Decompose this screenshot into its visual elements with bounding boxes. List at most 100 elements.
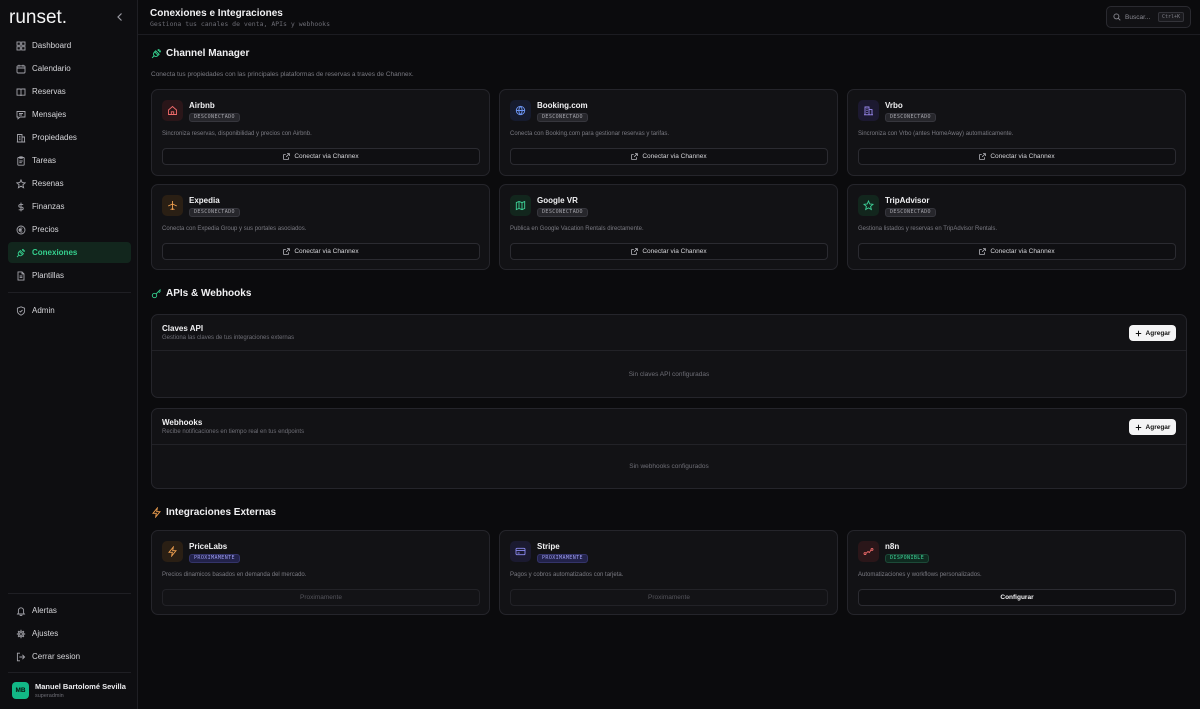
card-name: Google VR: [537, 196, 578, 205]
user-role: superadmin: [35, 693, 64, 699]
sidebar-item-admin[interactable]: Admin: [8, 300, 131, 321]
card-name: Expedia: [189, 196, 220, 205]
pricelabs-button[interactable]: Proximamente: [162, 589, 480, 606]
connect-button-booking[interactable]: Conectar via Channex: [510, 148, 828, 165]
panel-title: Claves API: [162, 324, 204, 333]
sidebar-item-mensajes[interactable]: Mensajes: [8, 104, 131, 125]
plus-icon: [1135, 424, 1142, 431]
section-title-text: APIs & Webhooks: [166, 288, 252, 299]
connect-button-google-vr[interactable]: Conectar via Channex: [510, 243, 828, 260]
sidebar-divider: [8, 672, 131, 673]
status-badge: PROXIMAMENTE: [189, 554, 240, 563]
sidebar-item-resenas[interactable]: Resenas: [8, 173, 131, 194]
sidebar-item-label: Resenas: [32, 179, 64, 188]
button-label: Conectar via Channex: [294, 248, 359, 255]
avatar: MB: [12, 682, 29, 699]
card-name: n8n: [885, 542, 900, 551]
status-badge: DESCONECTADO: [189, 113, 240, 122]
sidebar-item-label: Ajustes: [32, 629, 59, 638]
external-link-icon: [631, 153, 639, 160]
card-description: Conecta con Expedia Group y sus portales…: [162, 226, 307, 232]
button-label: Conectar via Channex: [642, 153, 707, 160]
grid-icon: [16, 41, 26, 51]
map-icon: [510, 195, 531, 216]
section-title-text: Integraciones Externas: [166, 507, 277, 518]
status-badge: DISPONIBLE: [885, 554, 930, 563]
sidebar-item-ajustes[interactable]: Ajustes: [8, 623, 131, 644]
integration-card-n8n: n8n DISPONIBLE Automatizaciones y workfl…: [847, 530, 1186, 615]
sidebar: runset. Dashboard Calendario Reservas Me…: [0, 0, 138, 709]
card-name: PriceLabs: [189, 542, 228, 551]
section-description: Conecta tus propiedades con las principa…: [151, 71, 414, 78]
search-input[interactable]: Buscar... Ctrl+K: [1106, 6, 1191, 28]
sidebar-item-plantillas[interactable]: Plantillas: [8, 265, 131, 286]
card-description: Conecta con Booking.com para gestionar r…: [510, 131, 670, 137]
sidebar-item-calendario[interactable]: Calendario: [8, 58, 131, 79]
button-label: Agregar: [1145, 329, 1171, 337]
collapse-sidebar-icon[interactable]: [114, 11, 126, 23]
sidebar-item-label: Tareas: [32, 156, 57, 165]
integration-card-pricelabs: PriceLabs PROXIMAMENTE Precios dinamicos…: [151, 530, 490, 615]
connect-button-vrbo[interactable]: Conectar via Channex: [858, 148, 1176, 165]
external-link-icon: [283, 248, 291, 255]
key-icon: [151, 288, 162, 299]
connect-button-tripadvisor[interactable]: Conectar via Channex: [858, 243, 1176, 260]
sidebar-item-tareas[interactable]: Tareas: [8, 150, 131, 171]
sidebar-item-propiedades[interactable]: Propiedades: [8, 127, 131, 148]
sidebar-item-conexiones[interactable]: Conexiones: [8, 242, 131, 263]
sidebar-item-label: Conexiones: [32, 248, 78, 257]
sidebar-item-reservas[interactable]: Reservas: [8, 81, 131, 102]
button-label: Conectar via Channex: [642, 248, 707, 255]
sidebar-item-dashboard[interactable]: Dashboard: [8, 35, 131, 56]
button-label: Configurar: [1000, 594, 1034, 601]
clipboard-icon: [16, 155, 26, 166]
sidebar-item-precios[interactable]: Precios: [8, 219, 131, 240]
stripe-button[interactable]: Proximamente: [510, 589, 828, 606]
empty-state: Sin claves API configuradas: [628, 370, 710, 378]
add-webhook-button[interactable]: Agregar: [1129, 419, 1176, 435]
card-name: Vrbo: [885, 101, 903, 110]
empty-state: Sin webhooks configurados: [629, 463, 709, 470]
card-name: Booking.com: [537, 101, 588, 110]
search-shortcut: Ctrl+K: [1157, 12, 1184, 22]
connect-button-expedia[interactable]: Conectar via Channex: [162, 243, 480, 260]
card-description: Sincroniza con Vrbo (antes HomeAway) aut…: [858, 131, 1014, 137]
status-badge: DESCONECTADO: [189, 208, 240, 217]
message-icon: [16, 110, 26, 120]
section-title-apis: APIs & Webhooks: [151, 288, 251, 299]
channel-card-vrbo: Vrbo DESCONECTADO Sincroniza con Vrbo (a…: [847, 89, 1186, 176]
user-profile[interactable]: MB Manuel Bartolomé Sevilla superadmin: [12, 682, 126, 699]
section-title-channel-manager: Channel Manager: [151, 48, 249, 59]
external-link-icon: [979, 153, 987, 160]
sidebar-divider: [8, 593, 131, 594]
panel-subtitle: Gestiona las claves de tus integraciones…: [162, 335, 295, 341]
card-description: Sincroniza reservas, disponibilidad y pr…: [162, 131, 312, 137]
plug-icon: [16, 248, 26, 258]
card-description: Precios dinamicos basados en demanda del…: [162, 572, 307, 578]
card-name: TripAdvisor: [885, 196, 930, 205]
button-label: Conectar via Channex: [990, 153, 1055, 160]
bolt-icon: [162, 541, 183, 562]
status-badge: DESCONECTADO: [537, 208, 588, 217]
connect-button-airbnb[interactable]: Conectar via Channex: [162, 148, 480, 165]
sidebar-item-label: Cerrar sesion: [32, 652, 81, 661]
sidebar-item-label: Propiedades: [32, 133, 77, 142]
button-label: Agregar: [1145, 423, 1171, 431]
gear-icon: [16, 629, 26, 639]
webhooks-panel: Webhooks Recibe notificaciones en tiempo…: [151, 408, 1187, 489]
sidebar-item-alertas[interactable]: Alertas: [8, 600, 131, 621]
configure-n8n-button[interactable]: Configurar: [858, 589, 1176, 606]
add-api-key-button[interactable]: Agregar: [1129, 325, 1176, 341]
external-link-icon: [283, 153, 291, 160]
channel-card-tripadvisor: TripAdvisor DESCONECTADO Gestiona listad…: [847, 184, 1186, 270]
section-title-external: Integraciones Externas: [151, 507, 276, 518]
panel-title: Webhooks: [162, 418, 203, 427]
sidebar-item-label: Plantillas: [32, 271, 65, 280]
sidebar-item-finanzas[interactable]: Finanzas: [8, 196, 131, 217]
building-icon: [16, 133, 26, 143]
channel-card-google-vr: Google VR DESCONECTADO Publica en Google…: [499, 184, 838, 270]
sidebar-item-cerrar-sesion[interactable]: Cerrar sesion: [8, 646, 131, 667]
calendar-icon: [16, 64, 26, 74]
app-logo: runset.: [9, 7, 68, 28]
sidebar-item-label: Reservas: [32, 87, 66, 96]
